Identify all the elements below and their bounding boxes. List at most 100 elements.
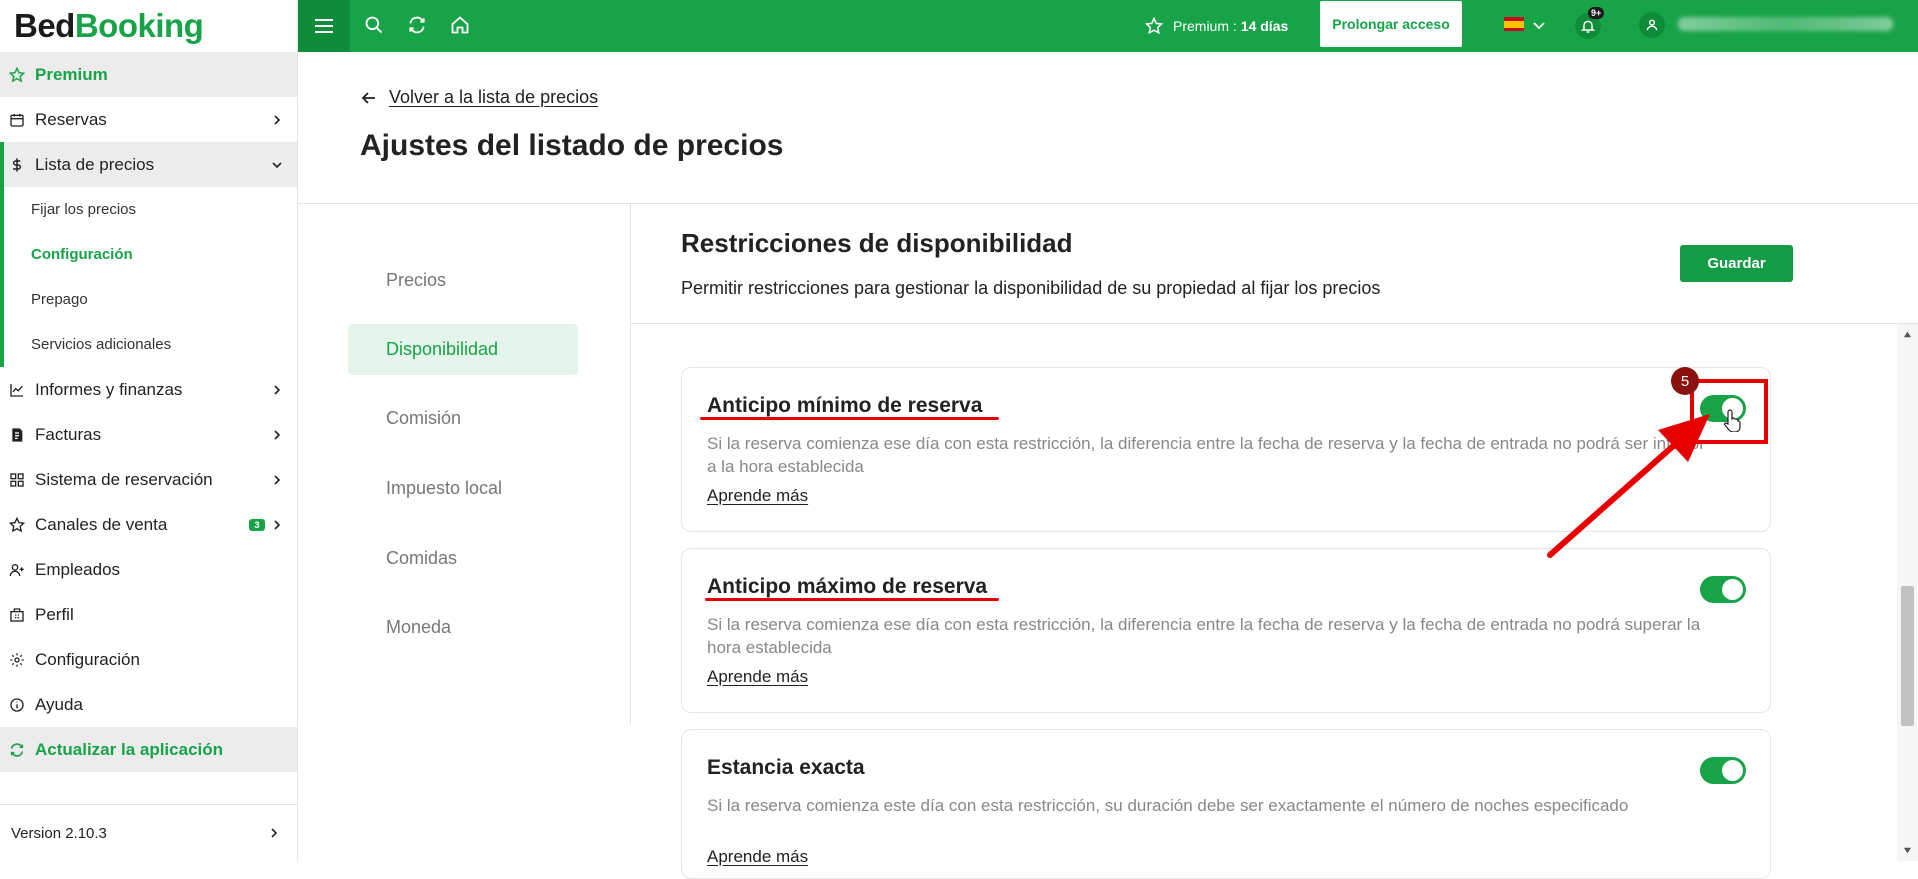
back-link-label: Volver a la lista de precios — [389, 87, 599, 107]
refresh-icon[interactable] — [406, 14, 428, 36]
tab-comision[interactable]: Comisión — [348, 393, 578, 444]
annotation-underline — [705, 598, 999, 601]
learn-more-link[interactable]: Aprende más — [707, 486, 808, 506]
chevron-down-icon — [272, 161, 282, 168]
sidebar-subitem-configuracion[interactable]: Configuración — [4, 232, 297, 277]
learn-more-link[interactable]: Aprende más — [707, 667, 808, 687]
sidebar-item-label: Sistema de reservación — [35, 469, 213, 489]
gear-icon — [9, 652, 25, 668]
card-description: Si la reserva comienza ese día con esta … — [707, 615, 1701, 657]
scroll-up-icon[interactable] — [1903, 330, 1912, 339]
sidebar: Bed Booking Premium Reservas Lista de pre… — [0, 0, 298, 861]
sidebar-item-canales-venta[interactable]: Canales de venta 3 — [0, 502, 297, 547]
sidebar-item-configuracion[interactable]: Configuración — [0, 637, 297, 682]
chevron-right-icon — [274, 384, 281, 395]
tab-moneda[interactable]: Moneda — [348, 602, 578, 653]
sidebar-item-label: Informes y finanzas — [35, 379, 183, 399]
max-advance-toggle[interactable] — [1700, 576, 1746, 603]
settings-tabs: Precios Disponibilidad Comisión Impuesto… — [298, 204, 631, 724]
exact-stay-toggle[interactable] — [1700, 757, 1746, 784]
invoice-icon — [9, 427, 25, 443]
version-label: Version 2.10.3 — [11, 824, 107, 842]
sidebar-item-reservas[interactable]: Reservas — [0, 97, 297, 142]
restriction-card-max-advance: Anticipo máximo de reserva Si la reserva… — [681, 548, 1771, 713]
card-title: Anticipo máximo de reserva — [707, 575, 988, 598]
tab-comidas[interactable]: Comidas — [348, 533, 578, 584]
refresh-icon — [9, 742, 25, 758]
star-icon — [9, 66, 25, 83]
user-email-blurred[interactable] — [1678, 17, 1893, 31]
sidebar-item-label: Facturas — [35, 424, 102, 444]
prolong-access-button[interactable]: Prolongar acceso — [1320, 1, 1462, 47]
back-to-price-list-link[interactable]: Volver a la lista de precios — [361, 87, 598, 108]
sidebar-item-actualizar[interactable]: Actualizar la aplicación — [0, 727, 297, 772]
chevron-right-icon — [274, 114, 281, 125]
card-title: Estancia exacta — [707, 756, 865, 779]
top-bar: Premium :14 días Prolongar acceso 9+ — [298, 0, 1918, 52]
menu-icon[interactable] — [298, 0, 350, 52]
sidebar-submenu: Fijar los precios Configuración Prepago … — [0, 187, 297, 367]
sidebar-item-label: Ayuda — [35, 694, 83, 714]
sidebar-item-label: Perfil — [35, 604, 74, 624]
app-logo[interactable]: Bed Booking — [0, 0, 297, 52]
building-icon — [9, 607, 25, 623]
sidebar-item-label: Actualizar la aplicación — [35, 739, 224, 759]
calendar-icon — [9, 112, 25, 128]
premium-days: 14 días — [1240, 18, 1289, 34]
sidebar-item-lista-de-precios[interactable]: Lista de precios — [0, 142, 297, 187]
learn-more-link[interactable]: Aprende más — [707, 847, 808, 867]
step-number-badge: 5 — [1671, 367, 1699, 395]
star-icon — [1145, 17, 1163, 35]
section-description: Permitir restricciones para gestionar la… — [681, 278, 1381, 298]
section-title: Restricciones de disponibilidad — [681, 228, 1073, 258]
arrow-left-icon — [361, 91, 375, 104]
sidebar-item-label: Premium — [35, 64, 108, 84]
scrollbar[interactable] — [1897, 324, 1918, 861]
chart-line-icon — [9, 382, 25, 398]
hand-cursor-icon — [1724, 409, 1741, 432]
sidebar-item-informes[interactable]: Informes y finanzas — [0, 367, 297, 412]
dollar-icon — [9, 157, 25, 173]
sidebar-item-facturas[interactable]: Facturas — [0, 412, 297, 457]
info-icon — [9, 697, 25, 713]
logo-text-bed: Bed — [14, 7, 75, 44]
version-row[interactable]: Version 2.10.3 — [0, 804, 297, 861]
chevron-down-icon[interactable] — [1532, 18, 1546, 32]
sidebar-item-perfil[interactable]: Perfil — [0, 592, 297, 637]
count-badge: 3 — [249, 518, 265, 531]
annotation-arrow-icon — [1547, 414, 1710, 558]
sidebar-subitem-fijar-precios[interactable]: Fijar los precios — [4, 187, 297, 232]
sidebar-subitem-servicios-adicionales[interactable]: Servicios adicionales — [4, 322, 297, 367]
chevron-right-icon — [274, 429, 281, 440]
sidebar-item-label: Reservas — [35, 109, 107, 129]
sidebar-item-premium[interactable]: Premium — [0, 52, 297, 97]
notification-badge: 9+ — [1588, 7, 1605, 19]
chevron-right-icon — [274, 474, 281, 485]
sidebar-item-label: Configuración — [35, 649, 140, 669]
save-button[interactable]: Guardar — [1680, 245, 1793, 282]
scroll-down-icon[interactable] — [1903, 846, 1912, 855]
sidebar-item-label: Lista de precios — [35, 154, 155, 174]
grid-icon — [9, 472, 25, 488]
tab-disponibilidad[interactable]: Disponibilidad — [348, 324, 578, 375]
sidebar-item-ayuda[interactable]: Ayuda — [0, 682, 297, 727]
star-icon — [9, 516, 25, 533]
search-icon[interactable] — [363, 14, 385, 36]
user-icon[interactable] — [1639, 12, 1665, 38]
chevron-right-icon — [271, 828, 278, 838]
tab-impuesto-local[interactable]: Impuesto local — [348, 463, 578, 514]
logo-text-booking: Booking — [74, 7, 204, 44]
page-title: Ajustes del listado de precios — [360, 129, 784, 162]
home-icon[interactable] — [449, 14, 471, 36]
tab-precios[interactable]: Precios — [348, 255, 578, 306]
sidebar-item-sistema-reservacion[interactable]: Sistema de reservación — [0, 457, 297, 502]
spain-flag-icon[interactable] — [1504, 17, 1524, 31]
card-description: Si la reserva comienza este día con esta… — [707, 796, 1629, 815]
premium-label: Premium : — [1173, 18, 1237, 34]
sidebar-subitem-prepago[interactable]: Prepago — [4, 277, 297, 322]
scroll-thumb[interactable] — [1901, 586, 1914, 726]
premium-status: Premium :14 días — [1145, 14, 1288, 38]
sidebar-item-empleados[interactable]: Empleados — [0, 547, 297, 592]
chevron-right-icon — [274, 519, 281, 530]
divider — [631, 323, 1918, 324]
